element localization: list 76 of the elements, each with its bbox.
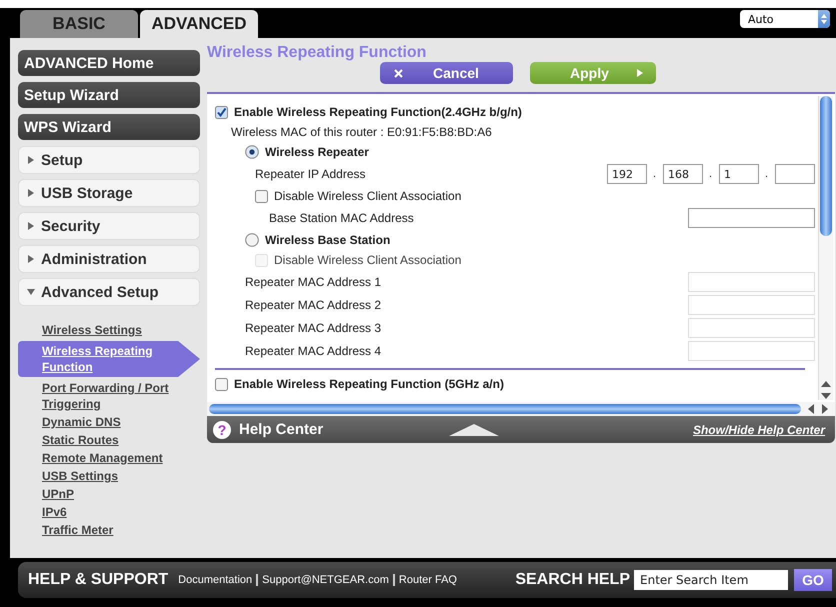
close-icon (394, 68, 403, 78)
footer-link[interactable]: Documentation (178, 574, 256, 586)
ip-octet-field[interactable]: 168 (663, 164, 703, 184)
sidebar-button[interactable]: Setup Wizard (18, 82, 200, 108)
checkbox-icon[interactable] (255, 190, 268, 202)
field-label: Repeater IP Address (255, 167, 366, 181)
router-mac-text: Wireless MAC of this router : E0:91:F5:B8:BD:A6 (231, 125, 492, 139)
field-label: Repeater MAC Address 1 (245, 274, 382, 288)
arrow-down-icon[interactable] (820, 392, 832, 400)
cancel-button[interactable]: Cancel (380, 62, 513, 84)
sidebar-link[interactable]: IPv6 (18, 503, 198, 521)
sidebar-link[interactable]: UPnP (18, 485, 198, 503)
sidebar-section[interactable]: Security (18, 212, 200, 240)
expand-arrow-icon[interactable] (449, 424, 499, 436)
scrollbar-thumb[interactable] (209, 404, 801, 414)
sidebar-button[interactable]: ADVANCED Home (18, 50, 200, 76)
sidebar-section[interactable]: Advanced Setup (18, 278, 200, 306)
sidebar-link[interactable]: Port Forwarding / Port Triggering (18, 379, 198, 413)
caret-right-icon (27, 156, 35, 164)
checkbox-label: Disable Wireless Client Association (274, 253, 462, 267)
help-icon: ? (213, 420, 231, 438)
footer-link[interactable]: Router FAQ (392, 574, 461, 586)
ip-separator: . (653, 168, 657, 180)
search-field[interactable]: Enter Search Item (634, 570, 788, 590)
scrollbar-thumb[interactable] (820, 96, 832, 236)
go-button[interactable]: GO (794, 569, 832, 591)
ip-octet-field[interactable] (775, 164, 815, 184)
radio-icon[interactable] (245, 233, 259, 247)
sidebar-link[interactable]: USB Settings (18, 467, 198, 485)
checkbox-icon[interactable] (215, 378, 228, 390)
sidebar-link[interactable]: Remote Management (18, 449, 198, 467)
mac-address-field[interactable] (688, 208, 815, 228)
caret-down-icon (27, 288, 35, 296)
caret-right-icon (27, 255, 35, 263)
sidebar-link[interactable]: Dynamic DNS (18, 413, 198, 431)
ip-octet-field[interactable]: 1 (719, 164, 759, 184)
updown-arrows-icon (821, 14, 827, 24)
page-title: Wireless Repeating Function (207, 44, 428, 62)
tab[interactable]: BASIC (20, 10, 138, 38)
sidebar-section[interactable]: USB Storage (18, 179, 200, 207)
tab[interactable]: ADVANCED (140, 10, 258, 38)
language-select[interactable]: Auto (740, 10, 830, 28)
caret-right-icon (636, 69, 643, 77)
sidebar-section[interactable]: Administration (18, 245, 200, 273)
checkbox-label: Disable Wireless Client Association (274, 189, 462, 203)
checkbox-label: Enable Wireless Repeating Function(2.4GHz b/g/n) (234, 105, 522, 119)
search-help-label: SEARCH HELP (515, 571, 630, 589)
vertical-scrollbar[interactable] (818, 96, 833, 400)
ip-octet-field[interactable]: 192 (607, 164, 647, 184)
help-center-title: Help Center (239, 421, 324, 438)
sidebar-link[interactable]: Traffic Meter (18, 521, 198, 539)
sidebar-link[interactable]: Static Routes (18, 431, 198, 449)
ip-separator: . (709, 168, 713, 180)
radio-label: Wireless Repeater (265, 145, 369, 159)
arrow-right-icon[interactable] (821, 404, 829, 414)
field-label: Repeater MAC Address 3 (245, 320, 382, 334)
footer-link[interactable]: Support@NETGEAR.com (256, 574, 393, 586)
show-hide-help-link[interactable]: Show/Hide Help Center (692, 422, 825, 436)
field-label: Repeater MAC Address 4 (245, 344, 382, 358)
radio-label: Wireless Base Station (265, 233, 390, 247)
sidebar-section[interactable]: Setup (18, 146, 200, 174)
footer-title: HELP & SUPPORT (28, 571, 168, 589)
caret-right-icon (27, 189, 35, 197)
ip-separator: . (765, 168, 769, 180)
caret-right-icon (27, 222, 35, 230)
sidebar-link[interactable]: Wireless Settings (18, 321, 198, 339)
horizontal-scrollbar[interactable] (207, 402, 835, 416)
field-label: Base Station MAC Address (269, 211, 414, 225)
checkbox-label: Enable Wireless Repeating Function (5GHz a/n) (234, 377, 504, 391)
checked-checkbox-icon[interactable] (215, 106, 228, 118)
sidebar-button[interactable]: WPS Wizard (18, 114, 200, 140)
arrow-up-icon[interactable] (820, 380, 832, 388)
arrow-left-icon[interactable] (807, 404, 815, 414)
field-label: Repeater MAC Address 2 (245, 298, 382, 312)
selected-radio-icon[interactable] (245, 145, 259, 159)
sidebar-link[interactable]: Wireless Repeating Function (18, 341, 200, 377)
